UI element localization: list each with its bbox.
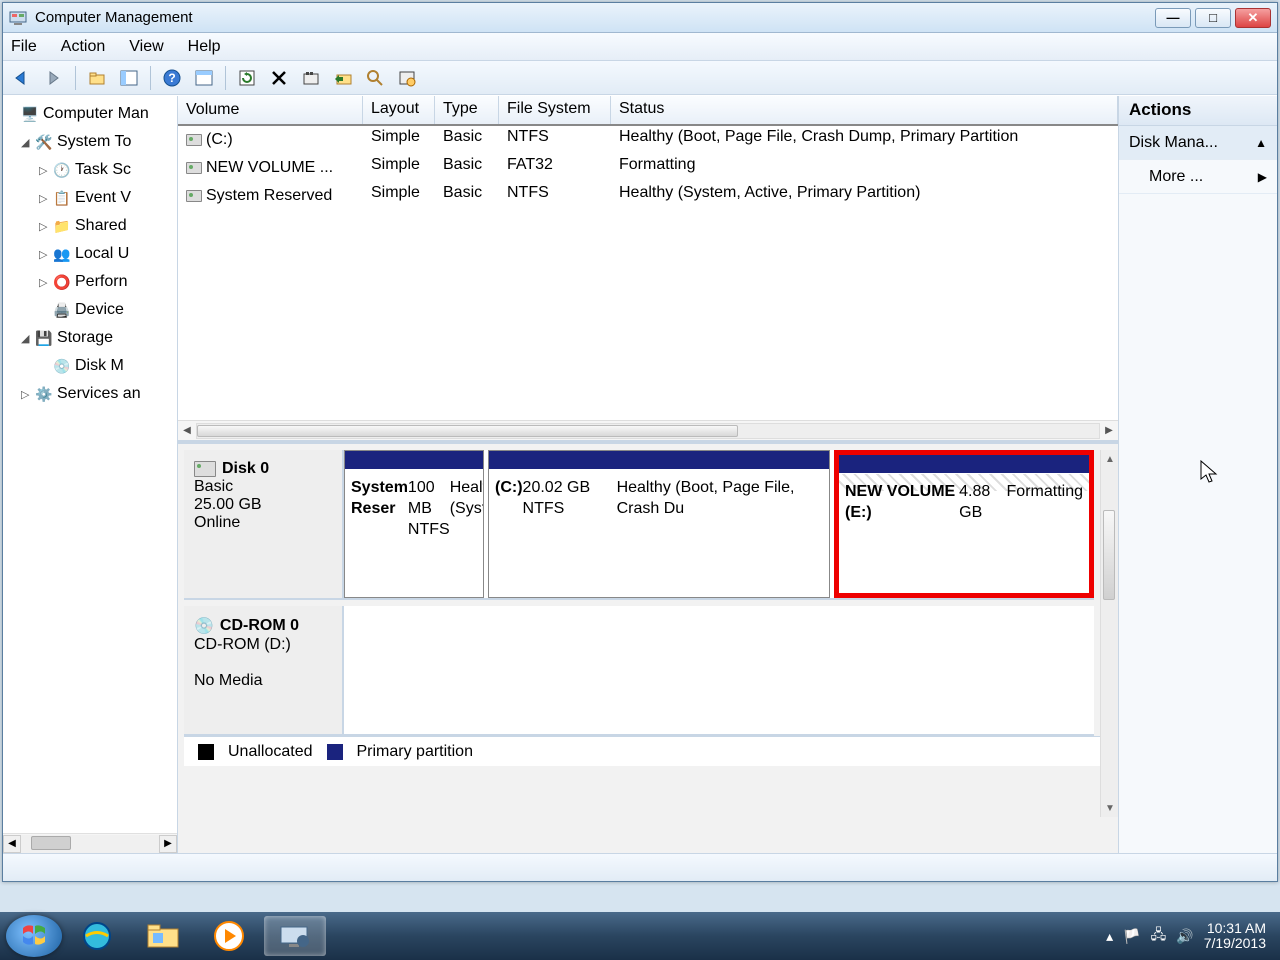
volume-list-header: Volume Layout Type File System Status xyxy=(178,96,1118,126)
disk-graphical-pane: Disk 0 Basic 25.00 GB Online System Rese… xyxy=(178,440,1118,853)
col-status[interactable]: Status xyxy=(611,96,1118,124)
legend-swatch-unallocated xyxy=(198,744,214,760)
col-layout[interactable]: Layout xyxy=(363,96,435,124)
col-filesystem[interactable]: File System xyxy=(499,96,611,124)
chevron-right-icon: ▶ xyxy=(1258,170,1267,184)
cdrom0-label[interactable]: 💿CD-ROM 0 CD-ROM (D:) No Media xyxy=(184,606,344,734)
tree-hscrollbar[interactable]: ◀▶ xyxy=(3,833,177,853)
volume-list-hscrollbar[interactable]: ◀▶ xyxy=(178,420,1118,440)
event-icon: 📋 xyxy=(53,190,71,207)
explore-button[interactable] xyxy=(330,65,356,91)
tree-services[interactable]: ▷⚙️Services an xyxy=(3,380,177,408)
tree-local-users[interactable]: ▷👥Local U xyxy=(3,240,177,268)
menu-view[interactable]: View xyxy=(129,38,163,56)
delete-button[interactable] xyxy=(266,65,292,91)
partition-c[interactable]: (C:)20.02 GB NTFSHealthy (Boot, Page Fil… xyxy=(488,450,830,598)
partition-new-volume-e[interactable]: NEW VOLUME (E:)4.88 GBFormatting xyxy=(834,450,1094,598)
window-title: Computer Management xyxy=(35,9,1155,26)
back-button[interactable] xyxy=(9,65,35,91)
volume-row[interactable]: NEW VOLUME ... Simple Basic FAT32 Format… xyxy=(178,154,1118,182)
partition-system-reserved[interactable]: System Reser100 MB NTFSHealthy (Syste xyxy=(344,450,484,598)
performance-icon: ⭕ xyxy=(53,274,71,291)
svg-text:?: ? xyxy=(168,71,175,85)
tree-storage[interactable]: ◢💾Storage xyxy=(3,324,177,352)
toolbar: ? xyxy=(3,61,1277,95)
settings-button[interactable] xyxy=(394,65,420,91)
up-button[interactable] xyxy=(84,65,110,91)
legend-primary: Primary partition xyxy=(357,743,473,761)
services-icon: ⚙️ xyxy=(35,386,53,403)
app-icon xyxy=(9,9,27,27)
cdrom-icon: 💿 xyxy=(194,616,214,636)
menu-file[interactable]: File xyxy=(11,38,37,56)
titlebar[interactable]: Computer Management — □ ✕ xyxy=(3,3,1277,33)
system-tray: ▴ 🏳️ 🖧 🔊 10:31 AM 7/19/2013 xyxy=(1106,921,1274,952)
tree-disk-management[interactable]: 💿Disk M xyxy=(3,352,177,380)
storage-icon: 💾 xyxy=(35,330,53,347)
menubar: File Action View Help xyxy=(3,33,1277,61)
maximize-button[interactable]: □ xyxy=(1195,8,1231,28)
refresh-button[interactable] xyxy=(234,65,260,91)
shared-icon: 📁 xyxy=(53,218,71,235)
disk-icon: 💿 xyxy=(53,358,71,375)
volume-row[interactable]: System Reserved Simple Basic NTFS Health… xyxy=(178,182,1118,210)
actions-pane: Actions Disk Mana...▲ More ...▶ xyxy=(1119,96,1277,853)
status-bar xyxy=(3,853,1277,881)
tree-task-scheduler[interactable]: ▷🕐Task Sc xyxy=(3,156,177,184)
menu-action[interactable]: Action xyxy=(61,38,105,56)
disk0-label[interactable]: Disk 0 Basic 25.00 GB Online xyxy=(184,450,344,598)
tray-volume-icon[interactable]: 🔊 xyxy=(1176,928,1193,945)
minimize-button[interactable]: — xyxy=(1155,8,1191,28)
drive-icon xyxy=(186,162,202,174)
drive-icon xyxy=(186,134,202,146)
volume-row[interactable]: (C:) Simple Basic NTFS Healthy (Boot, Pa… xyxy=(178,126,1118,154)
taskbar: ▴ 🏳️ 🖧 🔊 10:31 AM 7/19/2013 xyxy=(0,912,1280,960)
users-icon: 👥 xyxy=(53,246,71,263)
close-button[interactable]: ✕ xyxy=(1235,8,1271,28)
tree-device-manager[interactable]: 🖨️Device xyxy=(3,296,177,324)
col-type[interactable]: Type xyxy=(435,96,499,124)
tray-clock[interactable]: 10:31 AM 7/19/2013 xyxy=(1204,921,1266,952)
list-view-button[interactable] xyxy=(191,65,217,91)
help-button[interactable]: ? xyxy=(159,65,185,91)
forward-button[interactable] xyxy=(41,65,67,91)
start-button[interactable] xyxy=(6,915,62,957)
device-icon: 🖨️ xyxy=(53,302,71,319)
disk-pane-vscrollbar[interactable]: ▲▼ xyxy=(1100,450,1118,817)
tray-flag-icon[interactable]: 🏳️ xyxy=(1123,928,1140,945)
actions-header: Actions xyxy=(1119,96,1277,126)
tree-event-viewer[interactable]: ▷📋Event V xyxy=(3,184,177,212)
app-window: Computer Management — □ ✕ File Action Vi… xyxy=(2,2,1278,882)
tree-root[interactable]: 🖥️Computer Man xyxy=(3,100,177,128)
menu-help[interactable]: Help xyxy=(188,38,221,56)
tree-performance[interactable]: ▷⭕Perforn xyxy=(3,268,177,296)
taskbar-explorer[interactable] xyxy=(132,916,194,956)
taskbar-computer-management[interactable] xyxy=(264,916,326,956)
computer-icon: 🖥️ xyxy=(21,106,39,123)
disk-icon xyxy=(194,461,216,477)
properties-button[interactable] xyxy=(298,65,324,91)
legend-unallocated: Unallocated xyxy=(228,743,313,761)
tools-icon: 🛠️ xyxy=(35,134,53,151)
tray-show-hidden-icon[interactable]: ▴ xyxy=(1106,928,1113,945)
actions-disk-management[interactable]: Disk Mana...▲ xyxy=(1119,126,1277,160)
navigation-tree: 🖥️Computer Man ◢🛠️System To ▷🕐Task Sc ▷📋… xyxy=(3,96,178,853)
find-button[interactable] xyxy=(362,65,388,91)
tree-system-tools[interactable]: ◢🛠️System To xyxy=(3,128,177,156)
col-volume[interactable]: Volume xyxy=(178,96,363,124)
actions-more[interactable]: More ...▶ xyxy=(1119,160,1277,194)
content-pane: Volume Layout Type File System Status (C… xyxy=(178,96,1119,853)
tree-shared-folders[interactable]: ▷📁Shared xyxy=(3,212,177,240)
clock-icon: 🕐 xyxy=(53,162,71,179)
drive-icon xyxy=(186,190,202,202)
legend-swatch-primary xyxy=(327,744,343,760)
taskbar-media-player[interactable] xyxy=(198,916,260,956)
taskbar-ie[interactable] xyxy=(66,916,128,956)
collapse-icon: ▲ xyxy=(1255,136,1267,150)
show-hide-tree-button[interactable] xyxy=(116,65,142,91)
disk-legend: Unallocated Primary partition xyxy=(184,736,1112,766)
tray-network-icon[interactable]: 🖧 xyxy=(1151,924,1167,948)
